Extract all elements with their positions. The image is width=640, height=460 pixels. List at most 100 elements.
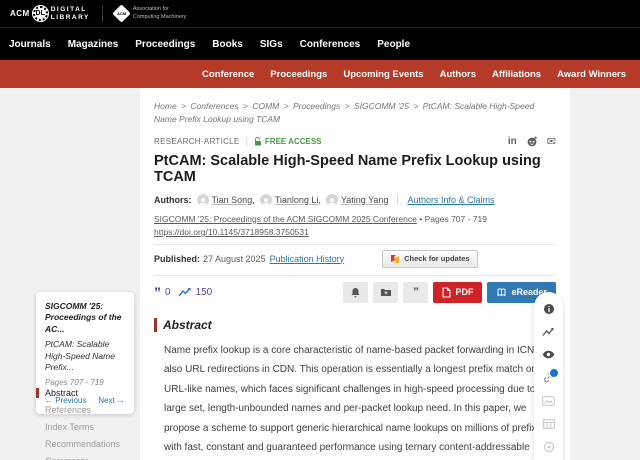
site-header: ACM DL DIGITAL LIBRARY ACM Association f… <box>0 0 640 27</box>
publication-history-link[interactable]: Publication History <box>270 254 345 264</box>
acm-dl-logo[interactable]: ACM <box>10 9 30 18</box>
author-avatar <box>197 194 209 206</box>
author-link-tian-song[interactable]: Tian Song, <box>212 195 255 205</box>
share-icon-group: in ✉ <box>508 135 556 148</box>
article-title: PtCAM: Scalable High-Speed Name Prefix L… <box>154 153 556 185</box>
breadcrumb-conferences[interactable]: Conferences <box>190 101 238 111</box>
logo-divider <box>102 5 103 22</box>
media-icon[interactable] <box>542 440 555 453</box>
article-column: Home > Conferences > COMM > Proceedings … <box>140 88 570 460</box>
free-access-badge: FREE ACCESS <box>254 137 322 146</box>
page-body: Home > Conferences > COMM > Proceedings … <box>0 88 640 460</box>
info-icon[interactable] <box>542 302 555 315</box>
pdf-button[interactable]: PDF <box>433 282 482 303</box>
bell-icon <box>350 287 361 298</box>
abstract-paragraph: Name prefix lookup is a core characteris… <box>154 341 556 460</box>
acm-diamond-icon: ACM <box>112 4 130 22</box>
subnav-award-winners[interactable]: Award Winners <box>557 69 626 80</box>
toc-item-abstract[interactable]: Abstract <box>36 388 136 398</box>
nav-item-magazines[interactable]: Magazines <box>68 39 119 50</box>
breadcrumb-home[interactable]: Home <box>154 101 177 111</box>
linkedin-icon[interactable]: in <box>508 136 517 147</box>
downloads-trend-icon <box>178 287 192 298</box>
breadcrumb: Home > Conferences > COMM > Proceedings … <box>154 88 556 126</box>
authors-divider <box>397 194 398 205</box>
context-pages: Pages 707 - 719 <box>45 378 125 387</box>
breadcrumb-proceedings[interactable]: Proceedings <box>293 101 340 111</box>
meta-divider: | <box>246 136 248 146</box>
digital-library-wordmark: DIGITAL LIBRARY <box>51 6 90 21</box>
subnav-authors[interactable]: Authors <box>440 69 476 80</box>
figures-icon[interactable] <box>542 394 555 407</box>
references-count-badge <box>549 368 559 378</box>
authors-label: Authors: <box>154 195 192 205</box>
toc-item-comments[interactable]: Comments <box>36 456 136 460</box>
reddit-icon[interactable] <box>526 135 538 147</box>
subnav-conference[interactable]: Conference <box>202 69 254 80</box>
author-avatar <box>260 194 272 206</box>
nav-item-proceedings[interactable]: Proceedings <box>135 39 195 50</box>
pages-bullet: • <box>419 214 422 224</box>
breadcrumb-sigcomm25[interactable]: SIGCOMM '25 <box>354 101 409 111</box>
open-lock-icon <box>254 137 262 146</box>
nav-item-conferences[interactable]: Conferences <box>300 39 361 50</box>
nav-item-books[interactable]: Books <box>212 39 243 50</box>
context-article-title: PtCAM: Scalable High-Speed Name Prefix..… <box>45 339 125 373</box>
divider <box>154 244 556 245</box>
author-entry: Yating Yang <box>326 194 389 206</box>
subnav-proceedings[interactable]: Proceedings <box>270 69 327 80</box>
article-meta-row: RESEARCH-ARTICLE | FREE ACCESS in <box>154 135 556 148</box>
author-link-yating-yang[interactable]: Yating Yang <box>341 195 389 205</box>
published-label: Published: <box>154 254 200 264</box>
authors-info-claims-link[interactable]: Authors Info & Claims <box>407 195 494 205</box>
doi-line: https://doi.org/10.1145/3718958.3750531 <box>154 227 556 237</box>
authors-row: Authors: Tian Song, Tianlong Li, Yating … <box>154 194 556 206</box>
metrics-icon[interactable] <box>542 325 555 338</box>
crossref-icon <box>390 254 400 264</box>
metrics-group: ” 0 150 <box>154 287 212 298</box>
quote-icon: ” <box>413 288 419 296</box>
author-avatar <box>326 194 338 206</box>
published-row: Published: 27 August 2025 Publication Hi… <box>154 250 556 268</box>
article-actions: ” PDF eReader <box>343 282 556 303</box>
pdf-file-icon <box>442 287 451 298</box>
acm-dl-gear-icon: DL <box>33 6 48 21</box>
ereader-book-icon <box>496 287 507 298</box>
nav-item-sigs[interactable]: SIGs <box>260 39 283 50</box>
author-entry: Tian Song, <box>197 194 255 206</box>
primary-nav: Journals Magazines Proceedings Books SIG… <box>0 27 640 60</box>
context-venue[interactable]: SIGCOMM '25: Proceedings of the AC... <box>45 301 125 335</box>
cite-button[interactable]: ” <box>403 282 428 303</box>
conference-subnav: Conference Proceedings Upcoming Events A… <box>0 60 640 88</box>
toc-item-references[interactable]: References <box>36 405 136 415</box>
actions-row: ” 0 150 <box>154 282 556 303</box>
add-to-collection-button[interactable] <box>373 282 398 303</box>
downloads-count: 150 <box>196 287 213 298</box>
subnav-affiliations[interactable]: Affiliations <box>492 69 541 80</box>
subnav-upcoming-events[interactable]: Upcoming Events <box>343 69 423 80</box>
references-link-icon[interactable] <box>542 371 555 384</box>
author-link-tianlong-li[interactable]: Tianlong Li, <box>275 195 321 205</box>
view-icon[interactable] <box>542 348 555 361</box>
venue-link[interactable]: SIGCOMM '25: Proceedings of the ACM SIGC… <box>154 214 417 224</box>
pages-label: Pages 707 - 719 <box>425 214 487 224</box>
article-type-label: RESEARCH-ARTICLE <box>154 137 240 146</box>
toc-item-recommendations[interactable]: Recommendations <box>36 439 136 449</box>
nav-item-people[interactable]: People <box>377 39 410 50</box>
doi-link[interactable]: https://doi.org/10.1145/3718958.3750531 <box>154 227 309 237</box>
published-date: 27 August 2025 <box>203 254 266 264</box>
email-icon[interactable]: ✉ <box>547 135 556 148</box>
abstract-heading: Abstract <box>154 318 556 332</box>
breadcrumb-comm[interactable]: COMM <box>252 101 279 111</box>
article-tools-rail <box>534 292 563 460</box>
acm-association-logo[interactable]: ACM Association for Computing Machinery <box>115 6 187 20</box>
folder-plus-icon <box>380 287 392 297</box>
tables-icon[interactable] <box>542 417 555 430</box>
venue-line: SIGCOMM '25: Proceedings of the ACM SIGC… <box>154 214 556 224</box>
divider <box>154 275 556 276</box>
citations-icon: ” <box>154 287 161 297</box>
check-for-updates-button[interactable]: Check for updates <box>382 250 477 268</box>
alerts-button[interactable] <box>343 282 368 303</box>
nav-item-journals[interactable]: Journals <box>9 39 51 50</box>
toc-item-index-terms[interactable]: Index Terms <box>36 422 136 432</box>
